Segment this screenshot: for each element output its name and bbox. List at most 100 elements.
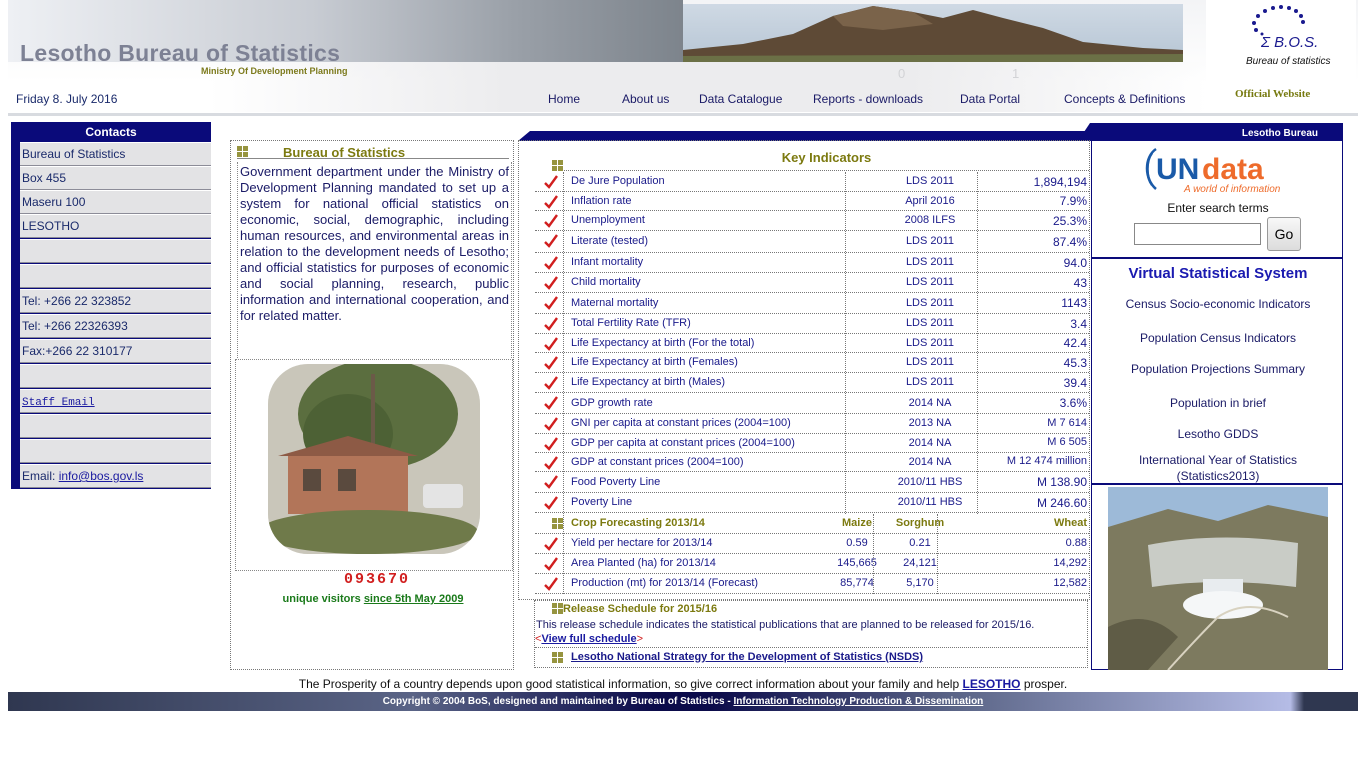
email-link[interactable]: info@bos.gov.ls: [59, 469, 144, 483]
nav-home[interactable]: Home: [548, 92, 580, 106]
nsds-row: Lesotho National Strategy for the Develo…: [535, 647, 1087, 667]
view-full-schedule-link[interactable]: View full schedule: [541, 633, 636, 645]
undata-go-button[interactable]: Go: [1267, 217, 1301, 251]
undata-search-input[interactable]: [1134, 223, 1261, 245]
checkmark-icon: [544, 234, 558, 248]
faint-digit: 1: [1012, 66, 1020, 81]
crop-row: Yield per hectare for 2013/14 0.59 0.21 0.8…: [535, 534, 1089, 554]
tagline-pre: The Prosperity of a country depends upon…: [298, 677, 963, 691]
indicator-name: GNI per capita at constant prices (2004=…: [571, 417, 791, 429]
bos-building-photo: [268, 364, 480, 554]
crop-row-name: Area Planted (ha) for 2013/14: [571, 557, 716, 569]
indicator-source: LDS 2011: [905, 256, 955, 268]
checkmark-icon: [544, 337, 558, 351]
checkmark-icon: [544, 475, 558, 489]
copyright-text: Copyright © 2004 BoS, designed and maint…: [382, 696, 734, 707]
indicator-row: Infant mortality LDS 2011 94.0: [535, 253, 1089, 273]
indicator-name: Child mortality: [571, 276, 641, 288]
nav-about-us[interactable]: About us: [622, 92, 669, 106]
contact-row: [20, 239, 211, 263]
search-label: Enter search terms: [1167, 201, 1269, 215]
bos-logo-text: Σ B.O.S.: [1261, 34, 1319, 51]
crop-value: 0.21: [909, 537, 931, 549]
nsds-link[interactable]: Lesotho National Strategy for the Develo…: [571, 651, 923, 663]
indicator-row: GNI per capita at constant prices (2004=…: [535, 414, 1089, 434]
nav-concepts-definitions[interactable]: Concepts & Definitions: [1064, 92, 1185, 106]
checkmark-icon: [544, 317, 558, 331]
mountain-banner-image: [683, 4, 1183, 62]
indicator-row: Total Fertility Rate (TFR) LDS 2011 3.4: [535, 314, 1089, 334]
header-divider: [8, 113, 1358, 116]
indicator-source: 2010/11 HBS: [897, 496, 963, 508]
indicator-name: Life Expectancy at birth (For the total): [571, 336, 755, 349]
release-schedule-link-wrap: <View full schedule>: [535, 633, 644, 645]
indicator-name: GDP at constant prices (2004=100): [571, 455, 744, 468]
crop-forecast-title: Crop Forecasting 2013/14: [571, 517, 705, 529]
vss-link-population-projections[interactable]: Population Projections Summary: [1092, 362, 1344, 376]
indicator-row: Life Expectancy at birth (Females) LDS 20…: [535, 353, 1089, 373]
indicator-name: Life Expectancy at birth (Females): [571, 356, 738, 368]
vss-link-census-socioeconomic[interactable]: Census Socio-economic Indicators: [1092, 297, 1344, 311]
indicator-value: 39.4: [1063, 375, 1087, 390]
copyright: Copyright © 2004 BoS, designed and maint…: [8, 696, 1358, 707]
checkmark-icon: [544, 256, 558, 270]
column-divider: [563, 172, 564, 594]
visitors-since-link[interactable]: since 5th May 2009: [364, 593, 464, 605]
crop-row-name: Production (mt) for 2013/14 (Forecast): [571, 577, 759, 589]
vss-link-population-brief[interactable]: Population in brief: [1092, 396, 1344, 410]
indicator-row: Food Poverty Line 2010/11 HBS M 138.90: [535, 472, 1089, 493]
checkmark-icon: [544, 417, 558, 431]
nav-reports-downloads[interactable]: Reports - downloads: [813, 92, 923, 106]
vss-link-year-of-statistics[interactable]: International Year of Statistics (Statis…: [1092, 452, 1344, 484]
undata-logo-data: data: [1202, 153, 1264, 186]
column-divider: [845, 172, 846, 514]
bos-box-title: Bureau of Statistics: [283, 145, 406, 160]
staff-email-link[interactable]: Staff Email: [22, 397, 95, 409]
checkmark-icon: [544, 537, 558, 551]
email-label: Email:: [22, 469, 59, 483]
indicator-name: Food Poverty Line: [571, 475, 661, 488]
tagline: The Prosperity of a country depends upon…: [230, 677, 1136, 691]
bureau-of-statistics-box: Bureau of Statistics Government departme…: [230, 140, 514, 670]
indicator-row: Child mortality LDS 2011 43: [535, 273, 1089, 293]
indicator-row: Poverty Line 2010/11 HBS M 246.60: [535, 493, 1089, 513]
indicator-name: GDP growth rate: [571, 396, 653, 409]
indicator-name: De Jure Population: [571, 175, 665, 187]
indicator-value: 43: [1073, 275, 1087, 290]
crop-value: 12,582: [1053, 577, 1087, 589]
indicator-value: 7.9%: [1059, 194, 1087, 208]
faint-digit: 0: [898, 66, 906, 81]
undata-logo[interactable]: UN data A world of information: [1142, 143, 1302, 199]
column-divider: [937, 514, 938, 594]
ki-bar-label: Lesotho Bureau: [1242, 128, 1318, 139]
indicator-source: 2013 NA: [908, 417, 952, 429]
contact-row: LESOTHO: [20, 214, 211, 238]
contact-row: Box 455: [20, 166, 211, 190]
indicator-source: LDS 2011: [905, 336, 955, 349]
nav-data-catalogue[interactable]: Data Catalogue: [699, 92, 782, 106]
it-production-link[interactable]: Information Technology Production & Diss…: [733, 696, 983, 707]
checkmark-icon: [544, 437, 558, 451]
indicator-source: 2014 NA: [908, 455, 952, 468]
crop-value: 24,121: [903, 557, 937, 569]
grid-icon: [552, 160, 563, 171]
nav-data-portal[interactable]: Data Portal: [960, 92, 1020, 106]
vss-link-population-census[interactable]: Population Census Indicators: [1092, 331, 1344, 345]
indicator-value: 45.3: [1063, 355, 1087, 370]
indicator-value: 87.4%: [1052, 234, 1087, 249]
vss-link-lesotho-gdds[interactable]: Lesotho GDDS: [1092, 427, 1344, 441]
indicator-name: GDP per capita at constant prices (2004=…: [571, 436, 795, 449]
indicator-row: Life Expectancy at birth (Males) LDS 2011…: [535, 373, 1089, 393]
indicator-row: GDP at constant prices (2004=100) 2014 NA…: [535, 453, 1089, 472]
contact-row: [20, 264, 211, 288]
crop-row: Area Planted (ha) for 2013/14 145,665 24,1…: [535, 554, 1089, 574]
divider: [1092, 483, 1342, 485]
indicator-row: GDP per capita at constant prices (2004=…: [535, 434, 1089, 453]
visitor-label: unique visitors: [282, 593, 364, 605]
crop-row-name: Yield per hectare for 2013/14: [571, 537, 713, 549]
contacts-panel: Contacts Bureau of Statistics Box 455 Ma…: [11, 122, 211, 489]
indicator-name: Literate (tested): [571, 235, 649, 247]
key-indicators-box: Key Indicators De Jure Population LDS 201…: [518, 140, 1090, 600]
indicator-value: 1,894,194: [1033, 174, 1087, 189]
lesotho-link[interactable]: LESOTHO: [962, 677, 1020, 691]
